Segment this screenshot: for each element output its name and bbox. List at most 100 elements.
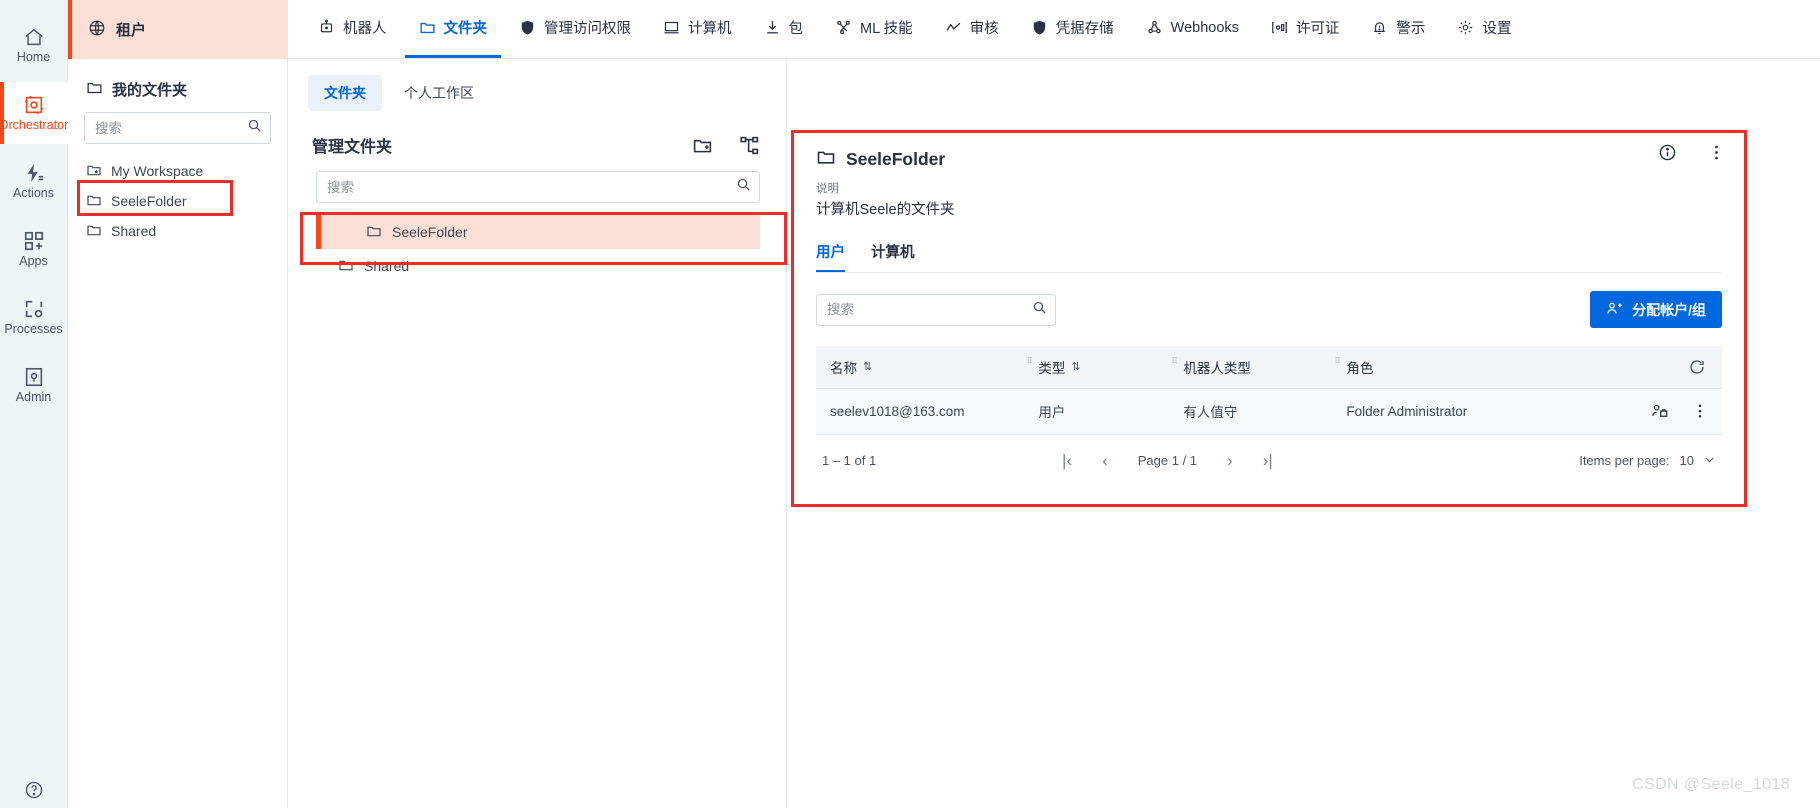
- tab-label: 凭据存储: [1055, 21, 1114, 37]
- sidebar-item-processes[interactable]: Processes: [0, 286, 68, 348]
- tab-manage-access[interactable]: 管理访问权限: [505, 0, 645, 58]
- tab-label: 警示: [1396, 21, 1426, 37]
- sidebar-item-apps[interactable]: Apps: [0, 218, 68, 280]
- refresh-column: [1586, 346, 1722, 389]
- help-icon[interactable]: [0, 780, 68, 800]
- sidebar-item-orchestrator[interactable]: Orchestrator: [0, 82, 68, 144]
- tab-webhooks[interactable]: Webhooks: [1132, 0, 1253, 58]
- tab-settings[interactable]: 设置: [1443, 0, 1525, 58]
- manage-folders-list: SeeleFolder Shared: [288, 215, 786, 283]
- tab-label: 管理访问权限: [544, 21, 631, 37]
- folder-icon: [338, 257, 354, 276]
- home-icon: [23, 26, 45, 48]
- folder-icon: [419, 19, 436, 36]
- tree-item-shared[interactable]: Shared: [68, 216, 287, 246]
- prev-page-button[interactable]: ‹: [1102, 452, 1108, 469]
- sidebar-item-label: Processes: [4, 322, 63, 337]
- folder-icon: [816, 147, 836, 172]
- processes-icon: [23, 298, 45, 320]
- download-icon: [764, 19, 781, 36]
- my-folders-search[interactable]: [84, 112, 300, 144]
- detail-search[interactable]: [816, 293, 1056, 326]
- sort-icon[interactable]: ⇅: [863, 360, 872, 373]
- first-page-button[interactable]: |‹: [1062, 452, 1072, 469]
- folder-icon: [86, 222, 102, 241]
- detail-tabs: 用户 计算机: [816, 241, 1722, 273]
- hierarchy-icon[interactable]: [739, 135, 760, 156]
- column-header-role[interactable]: ⠿ 角色: [1332, 346, 1587, 389]
- detail-tab-label: 用户: [816, 245, 845, 261]
- items-per-page-select[interactable]: 10: [1680, 453, 1716, 469]
- monitor-icon: [663, 19, 680, 36]
- tab-audit[interactable]: 审核: [931, 0, 1013, 58]
- search-input[interactable]: [817, 294, 1055, 325]
- segtab-label: 个人工作区: [404, 85, 474, 101]
- kebab-menu-icon[interactable]: [1691, 402, 1709, 420]
- segtab-folders[interactable]: 文件夹: [308, 75, 382, 111]
- table-row[interactable]: seelev1018@163.com 用户 有人值守 Folder Admini…: [816, 388, 1722, 435]
- tree-item-label: SeeleFolder: [111, 193, 187, 209]
- tenant-label: 租户: [116, 22, 147, 39]
- sort-icon[interactable]: ⇅: [1071, 360, 1080, 373]
- sidebar-item-actions[interactable]: Actions: [0, 150, 68, 212]
- tab-label: 机器人: [343, 21, 387, 37]
- table-header-row: 名称 ⇅ ⠿ 类型 ⇅ ⠿ 机器人类型 ⠿ 角色: [816, 346, 1722, 389]
- folder-icon: [366, 223, 382, 242]
- info-icon[interactable]: [1658, 143, 1677, 162]
- tab-credential-stores[interactable]: 凭据存储: [1017, 0, 1128, 58]
- column-header-label: 名称: [830, 360, 857, 376]
- gear-icon: [1457, 19, 1474, 36]
- apps-icon: [23, 230, 45, 252]
- refresh-icon[interactable]: [1600, 358, 1706, 376]
- tree-item-seelefolder[interactable]: SeeleFolder: [68, 186, 287, 216]
- detail-title: SeeleFolder: [816, 147, 1722, 172]
- cell-name: seelev1018@163.com: [816, 388, 1025, 435]
- page-indicator: Page 1 / 1: [1137, 453, 1198, 468]
- tree-item-my-workspace[interactable]: My Workspace: [68, 156, 287, 186]
- column-resize-grip[interactable]: ⠿: [1334, 356, 1342, 375]
- next-page-button[interactable]: ›: [1227, 452, 1233, 469]
- detail-tab-machines[interactable]: 计算机: [871, 241, 915, 272]
- tab-machines[interactable]: 计算机: [649, 0, 746, 58]
- edit-user-icon[interactable]: [1651, 402, 1669, 420]
- admin-icon: [23, 366, 45, 388]
- my-folders-panel: 租户 我的文件夹 My Workspace: [68, 0, 300, 808]
- sidebar-item-label: Apps: [19, 254, 48, 269]
- column-header-name[interactable]: 名称 ⇅: [816, 346, 1025, 389]
- search-input[interactable]: [317, 172, 759, 202]
- last-page-button[interactable]: ›|: [1263, 452, 1273, 469]
- sidebar-item-admin[interactable]: Admin: [0, 354, 68, 416]
- workspace-folder-icon: [86, 162, 102, 181]
- column-header-type[interactable]: ⠿ 类型 ⇅: [1024, 346, 1170, 389]
- kebab-menu-icon[interactable]: [1707, 143, 1726, 162]
- assign-user-icon: [1606, 300, 1623, 320]
- folder-list-item-shared[interactable]: Shared: [288, 249, 786, 283]
- tab-packages[interactable]: 包: [750, 0, 818, 58]
- add-folder-icon[interactable]: [692, 135, 713, 156]
- folder-list-item-seelefolder[interactable]: SeeleFolder: [316, 215, 760, 249]
- tab-licenses[interactable]: 许可证: [1257, 0, 1354, 58]
- tenant-selector[interactable]: 租户: [68, 0, 287, 59]
- tab-ml-skills[interactable]: ML 技能: [821, 0, 927, 58]
- folder-icon: [86, 79, 103, 100]
- actions-icon: [23, 162, 45, 184]
- column-resize-grip[interactable]: ⠿: [1171, 356, 1179, 375]
- manage-folders-search[interactable]: [316, 171, 760, 203]
- search-input[interactable]: [85, 113, 300, 143]
- column-header-label: 角色: [1346, 360, 1374, 376]
- assign-account-group-button[interactable]: 分配帐户/组: [1590, 291, 1722, 328]
- detail-tab-users[interactable]: 用户: [816, 241, 845, 272]
- manage-folders-panel: 文件夹 个人工作区 管理文件夹 搜索 SeeleFolder Shared: [288, 0, 787, 808]
- sidebar-item-home[interactable]: Home: [0, 14, 68, 76]
- bell-icon: [1371, 19, 1388, 36]
- description-label: 说明: [816, 183, 839, 195]
- column-header-robot-type[interactable]: ⠿ 机器人类型: [1169, 346, 1333, 389]
- tab-label: 审核: [969, 21, 999, 37]
- segtab-personal-workspace[interactable]: 个人工作区: [388, 75, 490, 111]
- tab-alerts[interactable]: 警示: [1357, 0, 1439, 58]
- tab-robots[interactable]: 机器人: [304, 0, 401, 58]
- chevron-down-icon: [1703, 453, 1716, 469]
- column-resize-grip[interactable]: ⠿: [1026, 356, 1034, 375]
- tab-folders[interactable]: 文件夹: [404, 0, 501, 58]
- orchestrator-icon: [23, 94, 45, 116]
